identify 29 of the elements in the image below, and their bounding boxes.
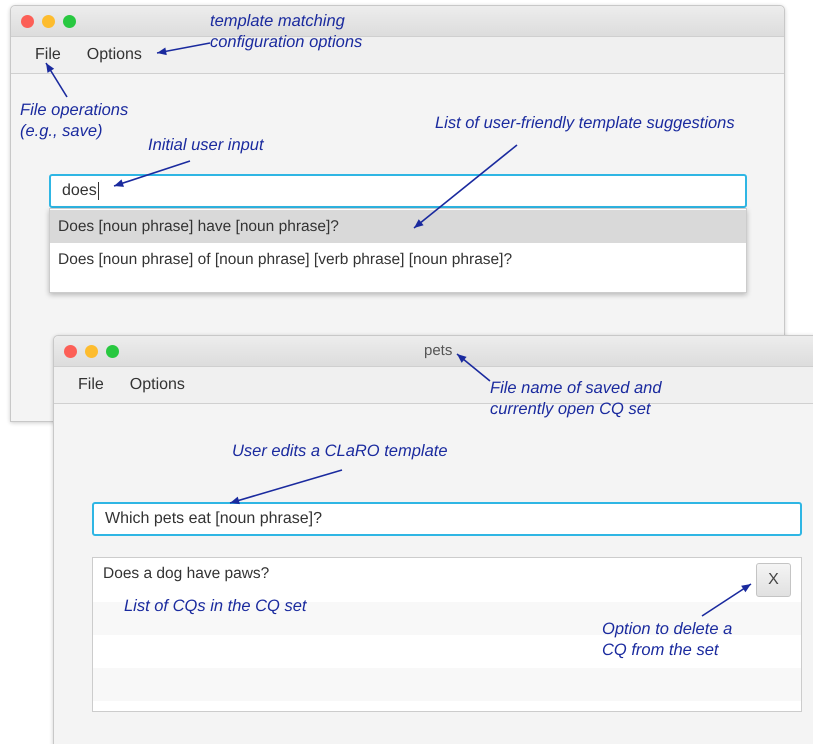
suggestion-item[interactable]: Does [noun phrase] have [noun phrase]?	[50, 210, 746, 243]
input-field[interactable]: Which pets eat [noun phrase]?	[92, 502, 802, 536]
annotation-arrow	[702, 583, 752, 617]
zoom-button[interactable]	[106, 344, 119, 358]
annotation-text: Initial user input	[148, 135, 264, 156]
menu-item[interactable]: File	[35, 46, 61, 64]
suggestion-item[interactable]: Does [noun phrase] of [noun phrase] [verb phrase] [noun phrase]?	[50, 243, 746, 276]
annotation-arrow	[45, 62, 68, 98]
minimize-button[interactable]	[85, 344, 98, 358]
window-title: pets	[424, 342, 452, 359]
annotation-text: List of CQs in the CQ set	[124, 596, 306, 617]
annotation-arrow	[456, 353, 490, 382]
delete-button[interactable]: X	[756, 563, 791, 597]
cq-item[interactable]: Does a dog have paws?	[103, 565, 270, 583]
close-button[interactable]	[64, 344, 77, 358]
menu-item[interactable]: Options	[130, 376, 185, 394]
annotation-text: File operations (e.g., save)	[20, 100, 128, 142]
annotation-arrow	[156, 42, 210, 56]
input-field[interactable]: does	[49, 174, 747, 208]
menu-item[interactable]: File	[78, 376, 104, 394]
annotation-text: Option to delete a CQ from the set	[602, 619, 732, 661]
annotation-text: template matching configuration options	[210, 11, 362, 53]
close-button[interactable]	[21, 14, 34, 28]
annotation-text: List of user-friendly template suggestions	[435, 113, 735, 134]
annotation-text: User edits a CLaRO template	[232, 441, 448, 462]
menu-item[interactable]: Options	[86, 46, 142, 64]
annotation-text: File name of saved and currently open CQ set	[490, 378, 662, 420]
zoom-button[interactable]	[63, 14, 76, 28]
minimize-button[interactable]	[42, 14, 55, 28]
